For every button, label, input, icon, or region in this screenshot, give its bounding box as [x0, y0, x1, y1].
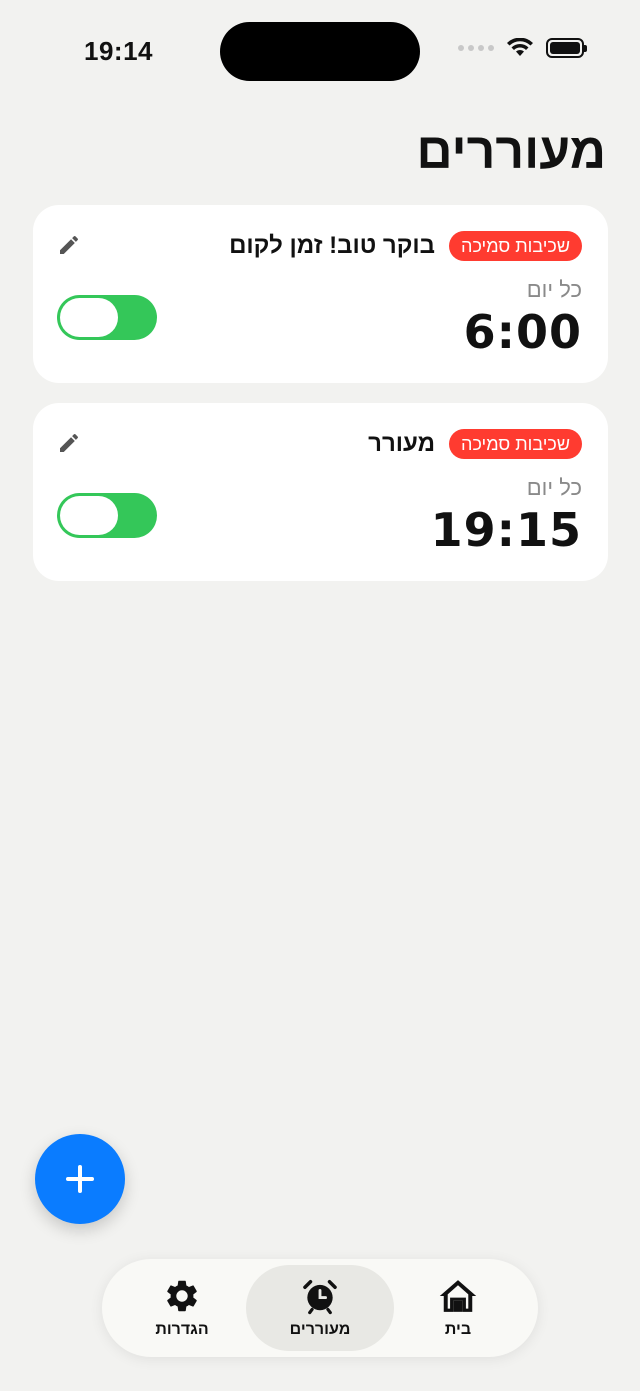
toggle-knob — [60, 298, 118, 337]
alarm-clock-icon — [303, 1280, 337, 1315]
alarm-title-row: בוקר טוב! זמן לקום שכיבות סמיכה — [229, 231, 582, 261]
tab-label: בית — [444, 1321, 472, 1338]
toggle-knob — [60, 496, 118, 535]
add-alarm-button[interactable] — [35, 1134, 125, 1224]
alarm-card[interactable]: מעורר שכיבות סמיכה כל יום 19:15 — [33, 403, 608, 581]
challenge-badge: שכיבות סמיכה — [449, 429, 582, 459]
status-time: 19:14 — [84, 36, 153, 66]
alarm-title: בוקר טוב! זמן לקום — [229, 232, 436, 259]
alarm-time: 19:15 — [430, 503, 582, 557]
edit-pencil-icon[interactable] — [57, 233, 81, 257]
page-title: מעוררים — [416, 123, 606, 179]
tab-alarms[interactable]: מעוררים — [246, 1265, 394, 1351]
tab-label: הגדרות — [155, 1321, 209, 1338]
alarm-toggle[interactable] — [57, 295, 157, 340]
tab-home[interactable]: בית — [384, 1265, 532, 1351]
gear-icon — [167, 1280, 197, 1312]
alarm-card[interactable]: בוקר טוב! זמן לקום שכיבות סמיכה כל יום 6… — [33, 205, 608, 383]
edit-pencil-icon[interactable] — [57, 431, 81, 455]
tab-bar: הגדרות מעוררים בית — [102, 1259, 538, 1357]
alarm-title-row: מעורר שכיבות סמיכה — [368, 429, 582, 459]
battery-icon — [546, 38, 587, 58]
dynamic-island — [220, 22, 420, 81]
alarm-title: מעורר — [368, 430, 436, 457]
alarm-toggle[interactable] — [57, 493, 157, 538]
tab-label: מעוררים — [289, 1321, 351, 1338]
alarm-repeat: כל יום — [526, 475, 582, 500]
challenge-badge: שכיבות סמיכה — [449, 231, 582, 261]
wifi-icon — [507, 38, 533, 56]
alarm-repeat: כל יום — [526, 277, 582, 302]
home-icon — [439, 1280, 477, 1312]
plus-icon — [66, 1165, 94, 1193]
tab-settings[interactable]: הגדרות — [108, 1265, 256, 1351]
status-icons — [458, 38, 587, 58]
cellular-signal-icon — [458, 45, 494, 51]
alarm-time: 6:00 — [463, 305, 582, 359]
